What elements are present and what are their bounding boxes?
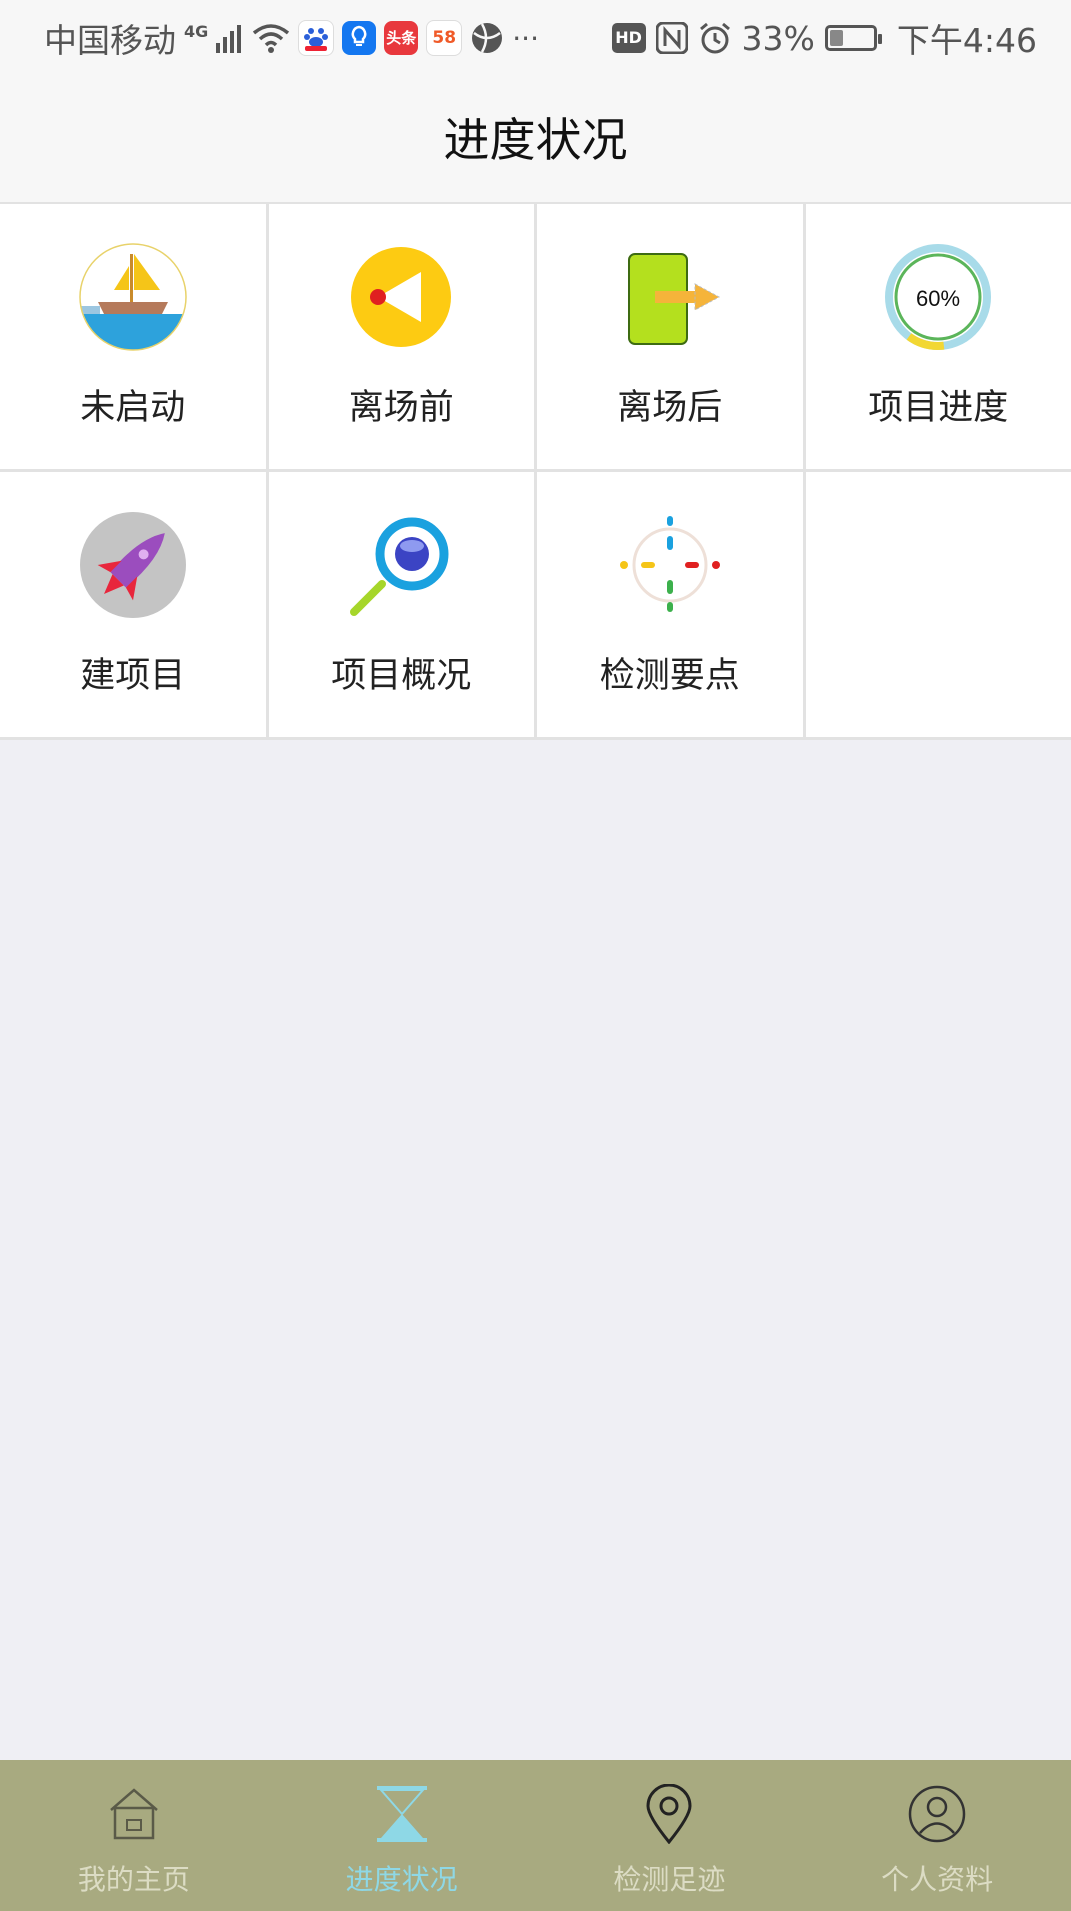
bulb-icon <box>342 21 377 55</box>
more-notifications: ··· <box>512 21 539 55</box>
grid-item-label: 建项目 <box>80 656 186 696</box>
grid-item-before-leaving[interactable]: 离场前 <box>268 204 534 469</box>
tab-profile[interactable]: 个人资料 <box>803 1760 1071 1911</box>
status-bar: 中国移动 4G 头条 58 ··· HD 33% 下午4:46 <box>0 0 1071 74</box>
flag-circle-icon <box>351 247 452 347</box>
network-type: 4G <box>184 21 209 41</box>
grid-item-label: 未启动 <box>80 388 186 428</box>
grid-item-label: 检测要点 <box>599 656 740 696</box>
tab-label: 检测足迹 <box>613 1863 726 1896</box>
signal-icon <box>216 25 242 53</box>
tab-label: 个人资料 <box>881 1863 994 1896</box>
location-pin-icon <box>646 1784 692 1844</box>
magnifier-icon <box>350 517 449 616</box>
alarm-icon <box>699 22 730 54</box>
rocket-icon <box>79 512 186 618</box>
grid-item-label: 离场后 <box>617 388 723 428</box>
progress-ring-icon: 60% <box>885 244 992 350</box>
grid-item-project-overview[interactable]: 项目概况 <box>268 472 534 737</box>
battery-icon <box>824 25 882 51</box>
progress-text: 60% <box>916 286 960 311</box>
battery-percent: 33% <box>741 18 815 58</box>
clock-time: 下午4:46 <box>896 21 1037 60</box>
grid-item-label: 项目进度 <box>868 388 1009 428</box>
exit-door-icon <box>627 253 720 345</box>
wifi-icon <box>253 24 290 53</box>
user-icon <box>908 1785 966 1843</box>
tab-label: 进度状况 <box>345 1863 458 1896</box>
hourglass-icon <box>376 1786 427 1842</box>
tab-progress-status[interactable]: 进度状况 <box>268 1760 536 1911</box>
grid-item-project-progress[interactable]: 60% 项目进度 <box>805 204 1071 469</box>
status-right: HD 33% 下午4:46 <box>611 14 1037 62</box>
58-icon: 58 <box>426 20 463 56</box>
baidu-icon <box>298 20 335 56</box>
tab-home[interactable]: 我的主页 <box>0 1760 268 1911</box>
nfc-icon <box>655 22 688 54</box>
grid-item-not-started[interactable]: 未启动 <box>0 204 266 469</box>
function-grid: 未启动 离场前 离场后 60% 项目进度 建项目 项目概况 检测要点 <box>0 204 1071 740</box>
grid-item-create-project[interactable]: 建项目 <box>0 472 266 737</box>
app-screen: 中国移动 4G 头条 58 ··· HD 33% 下午4:46 进度状况 未启动… <box>0 0 1071 1911</box>
grid-item-label: 离场前 <box>348 388 454 428</box>
crosshair-icon <box>619 516 720 612</box>
sailboat-icon <box>79 243 187 351</box>
browser-icon <box>472 23 503 53</box>
grid-empty-cell <box>805 472 1071 737</box>
navigation-bar: 进度状况 <box>0 74 1071 204</box>
toutiao-icon: 头条 <box>384 21 419 55</box>
grid-item-after-leaving[interactable]: 离场后 <box>537 204 803 469</box>
battery-fill <box>829 30 844 46</box>
grid-item-inspection-points[interactable]: 检测要点 <box>537 472 803 737</box>
tab-label: 我的主页 <box>77 1863 190 1896</box>
hd-badge: HD <box>611 23 646 53</box>
carrier-name: 中国移动 <box>44 21 176 60</box>
tab-inspection-footprint[interactable]: 检测足迹 <box>536 1760 804 1911</box>
page-title: 进度状况 <box>443 113 628 167</box>
bottom-tab-bar: 我的主页 进度状况 检测足迹 个人资料 <box>0 1760 1071 1911</box>
home-icon <box>110 1788 158 1840</box>
status-left: 中国移动 4G 头条 58 ··· <box>44 14 539 62</box>
grid-item-label: 项目概况 <box>331 656 472 696</box>
